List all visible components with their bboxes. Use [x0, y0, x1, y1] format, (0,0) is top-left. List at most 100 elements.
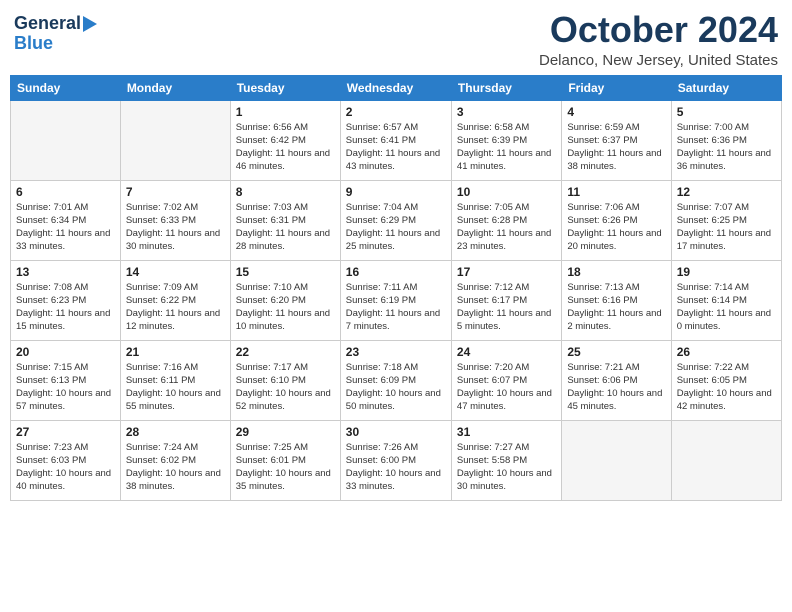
day-number: 5	[677, 105, 776, 119]
day-number: 14	[126, 265, 225, 279]
day-cell: 15 Sunrise: 7:10 AM Sunset: 6:20 PM Dayli…	[230, 260, 340, 340]
day-cell: 1Sunrise: 6:56 AM Sunset: 6:42 PM Daylig…	[230, 100, 340, 180]
day-number: 3	[457, 105, 556, 119]
day-cell	[562, 420, 671, 500]
day-number: 7	[126, 185, 225, 199]
day-number: 29	[236, 425, 335, 439]
weekday-header-thursday: Thursday	[451, 75, 561, 100]
day-cell: 13 Sunrise: 7:08 AM Sunset: 6:23 PM Dayli…	[11, 260, 121, 340]
day-detail: Sunrise: 7:21 AM Sunset: 6:06 PM Dayligh…	[567, 361, 665, 414]
day-detail: Sunrise: 7:26 AM Sunset: 6:00 PM Dayligh…	[346, 441, 446, 494]
day-number: 28	[126, 425, 225, 439]
day-detail: Sunrise: 7:01 AM Sunset: 6:34 PM Dayligh…	[16, 201, 115, 254]
day-detail: Sunrise: 7:05 AM Sunset: 6:28 PM Dayligh…	[457, 201, 556, 254]
logo-arrow-icon	[83, 16, 97, 32]
day-cell: 22 Sunrise: 7:17 AM Sunset: 6:10 PM Dayli…	[230, 340, 340, 420]
day-cell	[11, 100, 121, 180]
day-detail: Sunrise: 7:02 AM Sunset: 6:33 PM Dayligh…	[126, 201, 225, 254]
day-number: 19	[677, 265, 776, 279]
weekday-header-wednesday: Wednesday	[340, 75, 451, 100]
day-number: 23	[346, 345, 446, 359]
day-cell: 26 Sunrise: 7:22 AM Sunset: 6:05 PM Dayli…	[671, 340, 781, 420]
day-detail: Sunrise: 7:15 AM Sunset: 6:13 PM Dayligh…	[16, 361, 115, 414]
weekday-header-monday: Monday	[120, 75, 230, 100]
day-detail: Sunrise: 7:22 AM Sunset: 6:05 PM Dayligh…	[677, 361, 776, 414]
day-number: 11	[567, 185, 665, 199]
week-row-5: 27 Sunrise: 7:23 AM Sunset: 6:03 PM Dayli…	[11, 420, 782, 500]
day-number: 2	[346, 105, 446, 119]
day-number: 9	[346, 185, 446, 199]
day-cell: 9Sunrise: 7:04 AM Sunset: 6:29 PM Daylig…	[340, 180, 451, 260]
day-cell: 29 Sunrise: 7:25 AM Sunset: 6:01 PM Dayli…	[230, 420, 340, 500]
day-cell: 10Sunrise: 7:05 AM Sunset: 6:28 PM Dayli…	[451, 180, 561, 260]
day-number: 27	[16, 425, 115, 439]
day-cell: 18Sunrise: 7:13 AM Sunset: 6:16 PM Dayli…	[562, 260, 671, 340]
day-detail: Sunrise: 7:09 AM Sunset: 6:22 PM Dayligh…	[126, 281, 225, 334]
day-cell: 30Sunrise: 7:26 AM Sunset: 6:00 PM Dayli…	[340, 420, 451, 500]
day-detail: Sunrise: 7:23 AM Sunset: 6:03 PM Dayligh…	[16, 441, 115, 494]
day-number: 15	[236, 265, 335, 279]
day-detail: Sunrise: 7:25 AM Sunset: 6:01 PM Dayligh…	[236, 441, 335, 494]
week-row-2: 6 Sunrise: 7:01 AM Sunset: 6:34 PM Daylig…	[11, 180, 782, 260]
month-title: October 2024	[539, 10, 778, 50]
day-cell: 25 Sunrise: 7:21 AM Sunset: 6:06 PM Dayli…	[562, 340, 671, 420]
weekday-header-saturday: Saturday	[671, 75, 781, 100]
day-detail: Sunrise: 7:11 AM Sunset: 6:19 PM Dayligh…	[346, 281, 446, 334]
day-cell: 16 Sunrise: 7:11 AM Sunset: 6:19 PM Dayli…	[340, 260, 451, 340]
day-cell: 5 Sunrise: 7:00 AM Sunset: 6:36 PM Daylig…	[671, 100, 781, 180]
day-number: 26	[677, 345, 776, 359]
day-number: 20	[16, 345, 115, 359]
day-number: 17	[457, 265, 556, 279]
day-detail: Sunrise: 7:20 AM Sunset: 6:07 PM Dayligh…	[457, 361, 556, 414]
day-number: 12	[677, 185, 776, 199]
day-number: 31	[457, 425, 556, 439]
day-detail: Sunrise: 7:16 AM Sunset: 6:11 PM Dayligh…	[126, 361, 225, 414]
logo-text-general: General	[14, 14, 81, 34]
day-cell	[120, 100, 230, 180]
day-cell: 7 Sunrise: 7:02 AM Sunset: 6:33 PM Daylig…	[120, 180, 230, 260]
day-cell	[671, 420, 781, 500]
day-cell: 14 Sunrise: 7:09 AM Sunset: 6:22 PM Dayli…	[120, 260, 230, 340]
day-number: 22	[236, 345, 335, 359]
location-title: Delanco, New Jersey, United States	[539, 52, 778, 69]
day-cell: 11 Sunrise: 7:06 AM Sunset: 6:26 PM Dayli…	[562, 180, 671, 260]
day-detail: Sunrise: 7:00 AM Sunset: 6:36 PM Dayligh…	[677, 121, 776, 174]
weekday-header-friday: Friday	[562, 75, 671, 100]
week-row-1: 1Sunrise: 6:56 AM Sunset: 6:42 PM Daylig…	[11, 100, 782, 180]
day-detail: Sunrise: 7:14 AM Sunset: 6:14 PM Dayligh…	[677, 281, 776, 334]
day-detail: Sunrise: 7:18 AM Sunset: 6:09 PM Dayligh…	[346, 361, 446, 414]
day-cell: 8 Sunrise: 7:03 AM Sunset: 6:31 PM Daylig…	[230, 180, 340, 260]
day-cell: 23 Sunrise: 7:18 AM Sunset: 6:09 PM Dayli…	[340, 340, 451, 420]
day-detail: Sunrise: 7:27 AM Sunset: 5:58 PM Dayligh…	[457, 441, 556, 494]
day-cell: 17Sunrise: 7:12 AM Sunset: 6:17 PM Dayli…	[451, 260, 561, 340]
day-cell: 28Sunrise: 7:24 AM Sunset: 6:02 PM Dayli…	[120, 420, 230, 500]
day-detail: Sunrise: 7:10 AM Sunset: 6:20 PM Dayligh…	[236, 281, 335, 334]
day-detail: Sunrise: 7:17 AM Sunset: 6:10 PM Dayligh…	[236, 361, 335, 414]
day-detail: Sunrise: 7:08 AM Sunset: 6:23 PM Dayligh…	[16, 281, 115, 334]
day-number: 18	[567, 265, 665, 279]
day-detail: Sunrise: 7:06 AM Sunset: 6:26 PM Dayligh…	[567, 201, 665, 254]
day-number: 8	[236, 185, 335, 199]
weekday-header-tuesday: Tuesday	[230, 75, 340, 100]
day-number: 4	[567, 105, 665, 119]
day-number: 16	[346, 265, 446, 279]
title-block: October 2024 Delanco, New Jersey, United…	[539, 10, 778, 69]
day-number: 13	[16, 265, 115, 279]
day-detail: Sunrise: 6:58 AM Sunset: 6:39 PM Dayligh…	[457, 121, 556, 174]
day-cell: 3 Sunrise: 6:58 AM Sunset: 6:39 PM Daylig…	[451, 100, 561, 180]
day-cell: 19 Sunrise: 7:14 AM Sunset: 6:14 PM Dayli…	[671, 260, 781, 340]
day-detail: Sunrise: 7:03 AM Sunset: 6:31 PM Dayligh…	[236, 201, 335, 254]
day-number: 24	[457, 345, 556, 359]
day-detail: Sunrise: 7:07 AM Sunset: 6:25 PM Dayligh…	[677, 201, 776, 254]
week-row-3: 13 Sunrise: 7:08 AM Sunset: 6:23 PM Dayli…	[11, 260, 782, 340]
day-detail: Sunrise: 6:56 AM Sunset: 6:42 PM Dayligh…	[236, 121, 335, 174]
calendar-table: SundayMondayTuesdayWednesdayThursdayFrid…	[10, 75, 782, 501]
logo: General Blue	[14, 14, 97, 54]
day-cell: 21Sunrise: 7:16 AM Sunset: 6:11 PM Dayli…	[120, 340, 230, 420]
day-number: 6	[16, 185, 115, 199]
day-cell: 27 Sunrise: 7:23 AM Sunset: 6:03 PM Dayli…	[11, 420, 121, 500]
weekday-header-row: SundayMondayTuesdayWednesdayThursdayFrid…	[11, 75, 782, 100]
day-cell: 12 Sunrise: 7:07 AM Sunset: 6:25 PM Dayli…	[671, 180, 781, 260]
day-number: 25	[567, 345, 665, 359]
day-detail: Sunrise: 6:57 AM Sunset: 6:41 PM Dayligh…	[346, 121, 446, 174]
